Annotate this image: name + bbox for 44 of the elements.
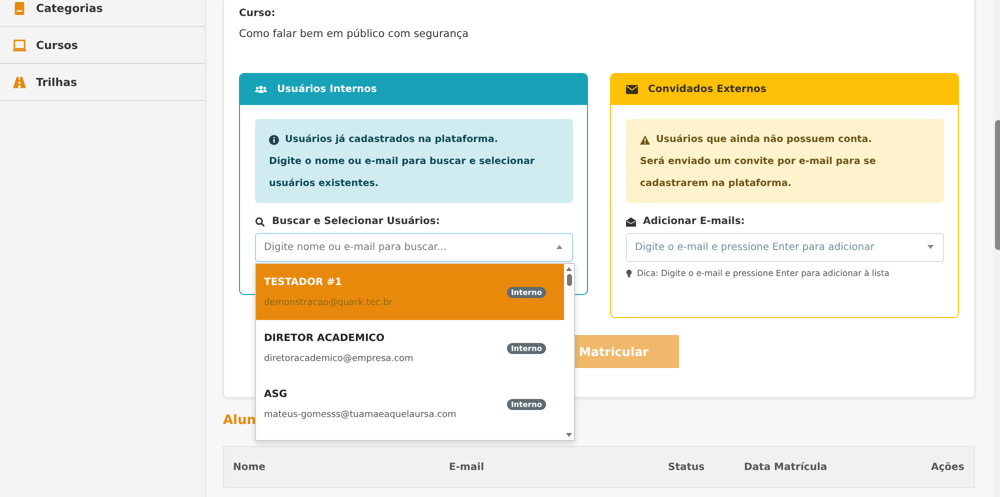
monitor-icon xyxy=(13,38,26,52)
scrollbar-thumb[interactable] xyxy=(995,120,1000,250)
scroll-up-arrow-icon[interactable] xyxy=(566,267,572,271)
user-email: demonstracao@quark.tec.br xyxy=(264,298,393,308)
column-header: E-mail xyxy=(449,462,484,472)
column-header: Data Matrícula xyxy=(744,462,828,472)
users-icon xyxy=(255,85,267,94)
lightbulb-icon xyxy=(626,268,632,278)
column-header: Nome xyxy=(233,462,266,472)
scrollbar-thumb[interactable] xyxy=(566,274,572,286)
sidebar-item[interactable]: Cursos xyxy=(0,27,205,64)
email-input-field[interactable]: Digite o e-mail e pressione Enter para adicionar xyxy=(626,233,944,262)
alert-text: Digite o nome ou e-mail para buscar e selecionar usuários existentes. xyxy=(269,155,536,191)
column-header: Status xyxy=(668,462,705,472)
user-name: ASG xyxy=(264,388,288,400)
user-email: mateus-gomesss@tuamaeaquelaursa.com xyxy=(264,410,456,420)
page-scrollbar[interactable] xyxy=(993,0,1000,497)
scroll-down-arrow-icon[interactable] xyxy=(566,433,572,437)
field-label: Adicionar E-mails: xyxy=(643,216,745,227)
panel-title: Convidados Externos xyxy=(648,84,766,95)
envelope-icon xyxy=(626,85,638,94)
search-icon xyxy=(255,216,265,226)
sidebar-item[interactable]: Categorias xyxy=(0,0,205,27)
course-name: Como falar bem em público com segurança xyxy=(239,28,470,40)
hint-text: Dica: Digite o e-mail e pressione Enter para adicionar à lista xyxy=(637,268,890,278)
caret-icon xyxy=(556,245,563,249)
course-label: Curso: xyxy=(239,8,276,19)
panel-title: Usuários Internos xyxy=(277,84,377,95)
section-heading: Alun xyxy=(223,413,256,429)
caret-icon xyxy=(927,245,934,249)
user-email: diretoracademico@empresa.com xyxy=(264,354,414,364)
user-search-field[interactable]: Digite nome ou e-mail para buscar... xyxy=(255,233,573,262)
road-icon xyxy=(13,76,26,88)
field-label: Buscar e Selecionar Usuários: xyxy=(272,216,440,227)
envelope-open-icon xyxy=(626,216,636,226)
alert-title: Usuários já cadastrados na plataforma. xyxy=(285,133,498,147)
alert-title: Usuários que ainda não possuem conta. xyxy=(656,133,872,147)
alert-text: Será enviado um convite por e-mail para se cadastrarem na plataforma. xyxy=(640,155,877,191)
warning-icon xyxy=(640,135,650,145)
user-name: TESTADOR #1 xyxy=(264,276,343,288)
column-header: Ações xyxy=(931,462,964,472)
user-name: DIRETOR ACADEMICO xyxy=(264,332,386,344)
info-icon xyxy=(269,135,279,145)
sidebar-item[interactable]: Trilhas xyxy=(0,64,205,101)
